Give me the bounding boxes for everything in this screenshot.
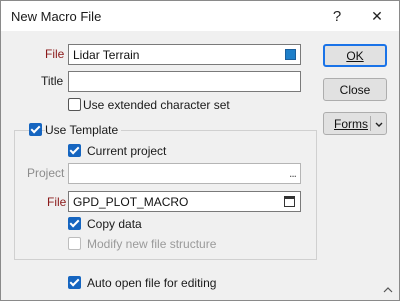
file-name-value: Lidar Terrain	[73, 48, 140, 62]
use-template-label: Use Template	[45, 123, 122, 137]
auto-open-label: Auto open file for editing	[87, 276, 217, 290]
forms-divider	[370, 116, 371, 131]
dialog-title: New Macro File	[11, 9, 102, 24]
project-label: Project	[27, 166, 65, 180]
title-bar: New Macro File ? ✕	[1, 1, 399, 31]
use-template-checkbox[interactable]	[29, 123, 42, 136]
copy-data-label: Copy data	[87, 217, 142, 231]
close-window-button[interactable]: ✕	[357, 1, 397, 31]
current-project-checkbox[interactable]	[68, 144, 81, 157]
forms-button[interactable]: Forms	[323, 112, 387, 135]
chevron-up-icon[interactable]	[383, 286, 393, 294]
ok-button[interactable]: OK	[323, 44, 387, 67]
modify-structure-label: Modify new file structure	[87, 237, 217, 251]
chevron-down-icon[interactable]	[373, 118, 385, 130]
project-input: ...	[68, 163, 301, 184]
help-button[interactable]: ?	[317, 1, 357, 31]
file-label: File	[45, 47, 65, 61]
file-name-input[interactable]: Lidar Terrain	[68, 44, 301, 65]
title-input[interactable]	[68, 71, 301, 92]
file-browse-icon[interactable]	[284, 196, 295, 207]
color-picker-square-icon[interactable]	[285, 49, 296, 60]
extended-charset-checkbox[interactable]	[68, 98, 81, 111]
auto-open-checkbox[interactable]	[68, 276, 81, 289]
ok-button-label: OK	[346, 48, 364, 63]
close-button-label: Close	[339, 82, 371, 97]
copy-data-checkbox[interactable]	[68, 217, 81, 230]
new-macro-file-dialog: New Macro File ? ✕ File Lidar Terrain Ti…	[0, 0, 400, 301]
template-file-label: File	[47, 195, 67, 209]
template-file-input[interactable]: GPD_PLOT_MACRO	[68, 191, 301, 212]
browse-ellipsis-icon[interactable]: ...	[289, 166, 297, 180]
template-file-value: GPD_PLOT_MACRO	[73, 195, 189, 209]
close-icon: ✕	[371, 7, 383, 24]
help-icon: ?	[332, 7, 342, 25]
extended-charset-label: Use extended character set	[83, 98, 230, 112]
close-button[interactable]: Close	[323, 78, 387, 101]
forms-button-label: Forms	[334, 116, 368, 131]
current-project-label: Current project	[87, 144, 167, 158]
title-label: Title	[41, 74, 64, 88]
modify-structure-checkbox	[68, 237, 81, 250]
